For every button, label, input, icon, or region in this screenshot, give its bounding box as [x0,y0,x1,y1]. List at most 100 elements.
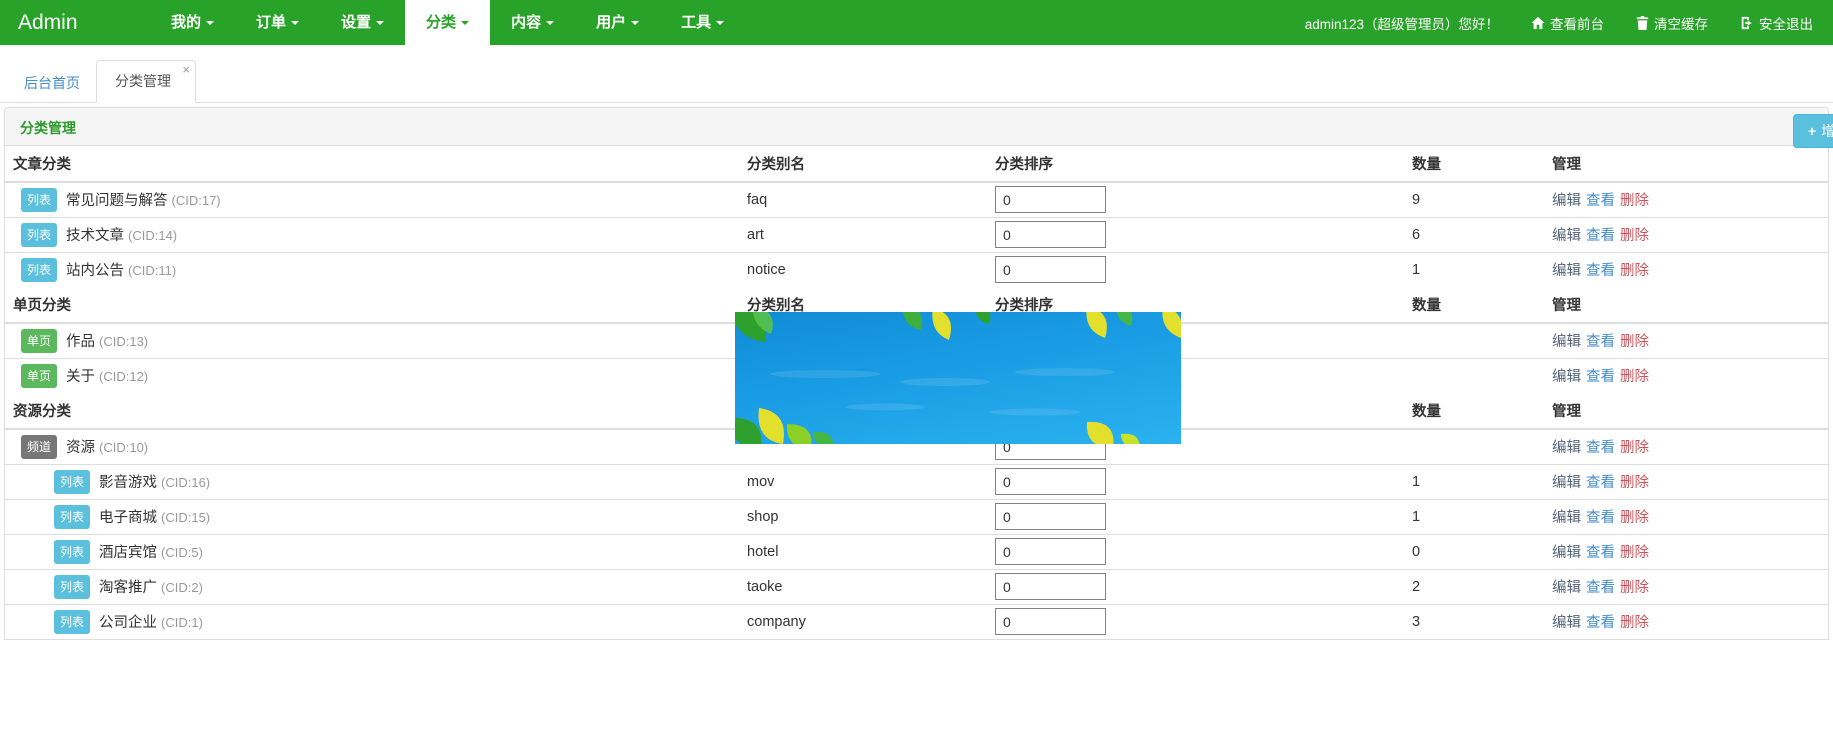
category-count: 2 [1396,569,1536,604]
category-alias: faq [731,182,979,217]
delete-link[interactable]: 删除 [1620,475,1649,491]
view-frontend-link[interactable]: 查看前台 [1531,13,1604,33]
nav-item-category[interactable]: 分类 [405,0,490,45]
edit-link[interactable]: 编辑 [1552,475,1581,491]
section-title: 资源分类 [5,393,731,429]
table-row-mov: 列表影音游戏(CID:16) mov 1 编辑查看删除 [5,464,1828,499]
edit-link[interactable]: 编辑 [1552,615,1581,631]
category-title: 公司企业 [99,615,157,631]
navbar-right: admin123（超级管理员）您好！ 查看前台 清空缓存 安全退出 [1305,0,1833,45]
delete-link[interactable]: 删除 [1620,334,1649,350]
view-link[interactable]: 查看 [1586,510,1615,526]
category-title: 站内公告 [66,263,124,279]
category-alias: art [731,217,979,252]
nav-item-settings[interactable]: 设置 [320,0,405,45]
delete-link[interactable]: 删除 [1620,545,1649,561]
view-link[interactable]: 查看 [1586,545,1615,561]
nav-item-tools[interactable]: 工具 [660,0,745,45]
edit-link[interactable]: 编辑 [1552,263,1581,279]
category-alias: notice [731,252,979,287]
edit-link[interactable]: 编辑 [1552,510,1581,526]
view-link[interactable]: 查看 [1586,193,1615,209]
type-badge-list: 列表 [54,505,90,529]
category-cid: (CID:5) [161,545,203,560]
edit-link[interactable]: 编辑 [1552,545,1581,561]
main-menu: 我的 订单 设置 分类 内容 用户 工具 [150,0,745,45]
type-badge-list: 列表 [21,258,57,282]
view-link[interactable]: 查看 [1586,263,1615,279]
type-badge-list: 列表 [54,540,90,564]
sort-input[interactable] [995,503,1106,530]
view-link[interactable]: 查看 [1586,580,1615,596]
chevron-down-icon [376,21,384,25]
column-count: 数量 [1396,287,1536,323]
home-icon [1531,16,1545,30]
edit-link[interactable]: 编辑 [1552,228,1581,244]
nav-item-mine[interactable]: 我的 [150,0,235,45]
nav-item-content[interactable]: 内容 [490,0,575,45]
user-greeting: admin123（超级管理员）您好！ [1305,13,1499,33]
type-badge-list: 列表 [54,610,90,634]
edit-link[interactable]: 编辑 [1552,580,1581,596]
category-title: 技术文章 [66,228,124,244]
view-link[interactable]: 查看 [1586,334,1615,350]
chevron-down-icon [461,21,469,25]
delete-link[interactable]: 删除 [1620,228,1649,244]
category-cid: (CID:12) [99,369,148,384]
delete-link[interactable]: 删除 [1620,580,1649,596]
plus-icon: + [1808,123,1816,139]
category-title: 常见问题与解答 [66,193,168,209]
type-badge-channel: 频道 [21,435,57,459]
sort-input[interactable] [995,256,1106,283]
category-count [1396,323,1536,358]
category-cid: (CID:14) [128,228,177,243]
view-link[interactable]: 查看 [1586,615,1615,631]
logout-link[interactable]: 安全退出 [1740,13,1813,33]
nav-item-orders[interactable]: 订单 [235,0,320,45]
sort-input[interactable] [995,608,1106,635]
delete-link[interactable]: 删除 [1620,440,1649,456]
delete-link[interactable]: 删除 [1620,263,1649,279]
trash-icon [1636,16,1649,30]
delete-link[interactable]: 删除 [1620,193,1649,209]
sort-input[interactable] [995,468,1106,495]
delete-link[interactable]: 删除 [1620,615,1649,631]
edit-link[interactable]: 编辑 [1552,334,1581,350]
delete-link[interactable]: 删除 [1620,369,1649,385]
column-manage: 管理 [1536,287,1828,323]
add-category-button[interactable]: +增 [1793,114,1833,148]
category-count [1396,429,1536,464]
tab-dashboard[interactable]: 后台首页 [8,63,96,103]
nav-item-users[interactable]: 用户 [575,0,660,45]
edit-link[interactable]: 编辑 [1552,193,1581,209]
chevron-down-icon [716,21,724,25]
view-link[interactable]: 查看 [1586,440,1615,456]
banner-image [735,312,1181,444]
delete-link[interactable]: 删除 [1620,510,1649,526]
category-count: 1 [1396,464,1536,499]
category-cid: (CID:2) [161,580,203,595]
edit-link[interactable]: 编辑 [1552,369,1581,385]
sort-input[interactable] [995,573,1106,600]
view-link[interactable]: 查看 [1586,369,1615,385]
tab-category-manage[interactable]: 分类管理 × [96,60,196,103]
chevron-down-icon [631,21,639,25]
category-title: 关于 [66,369,95,385]
sort-input[interactable] [995,186,1106,213]
close-icon[interactable]: × [182,63,190,76]
category-alias: taoke [731,569,979,604]
table-row-notice: 列表站内公告(CID:11) notice 1 编辑查看删除 [5,252,1828,287]
category-count [1396,358,1536,393]
table-row-taoke: 列表淘客推广(CID:2) taoke 2 编辑查看删除 [5,569,1828,604]
edit-link[interactable]: 编辑 [1552,440,1581,456]
category-alias: shop [731,499,979,534]
column-manage: 管理 [1536,146,1828,182]
category-cid: (CID:15) [161,510,210,525]
column-count: 数量 [1396,146,1536,182]
view-link[interactable]: 查看 [1586,228,1615,244]
sort-input[interactable] [995,221,1106,248]
sort-input[interactable] [995,538,1106,565]
chevron-down-icon [291,21,299,25]
view-link[interactable]: 查看 [1586,475,1615,491]
clear-cache-link[interactable]: 清空缓存 [1636,13,1708,33]
